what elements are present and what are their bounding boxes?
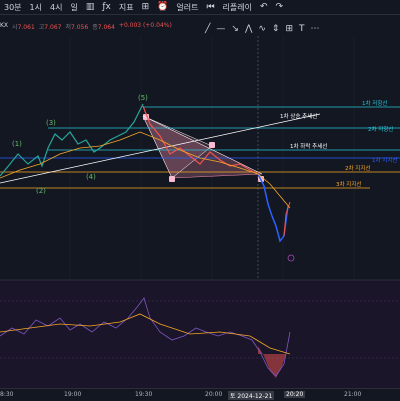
- chart-type-icon[interactable]: ▥: [82, 2, 99, 12]
- time-label: 20:00: [205, 391, 223, 398]
- price-chart[interactable]: 1차 저항선 1차 상승 추세선 2차 저항선 1차 하락 추세선 1차 지지선…: [0, 36, 400, 388]
- wave-label: (5): [138, 94, 148, 102]
- line-label: 1차 하락 추세선: [290, 142, 327, 150]
- alert-marker-icon[interactable]: [287, 254, 295, 262]
- time-label: 8:30: [0, 391, 14, 398]
- time-label: 19:30: [135, 391, 153, 398]
- measure-tool-icon[interactable]: ⊞: [285, 24, 293, 34]
- replay-button[interactable]: 리플레이: [219, 2, 256, 13]
- trendline-tool-icon[interactable]: ╱: [205, 24, 210, 34]
- alerts-button[interactable]: 얼러트: [172, 2, 202, 13]
- line-label: 3차 지지선: [336, 180, 362, 188]
- line-label: 1차 상승 추세선: [280, 112, 317, 120]
- text-tool-icon[interactable]: T: [299, 24, 305, 34]
- undo-icon[interactable]: ↶: [256, 2, 272, 12]
- line-label: 1차 저항선: [362, 99, 388, 107]
- pattern-handle[interactable]: [169, 176, 175, 182]
- more-tools-icon[interactable]: ⋯: [311, 24, 320, 34]
- range-tool-icon[interactable]: ⇕: [272, 24, 280, 34]
- hline-tool-icon[interactable]: —: [216, 24, 225, 34]
- cursor-time-label: 20:20: [284, 391, 306, 398]
- symbol-label[interactable]: KX: [0, 22, 8, 32]
- cursor-date-label: 토 2024-12-21: [228, 391, 275, 400]
- line-label: 1차 지지선: [372, 156, 398, 164]
- pattern-tool-icon[interactable]: ⋀: [245, 24, 252, 34]
- replay-icon[interactable]: ⏮: [202, 2, 218, 12]
- arrow-tool-icon[interactable]: ↘: [231, 24, 239, 34]
- close-value: 7.064: [97, 24, 115, 31]
- wave-label: (3): [46, 119, 56, 127]
- interval-1h[interactable]: 1시: [26, 2, 46, 13]
- time-label: 19:00: [64, 391, 82, 398]
- line-label: 2차 저항선: [368, 125, 394, 133]
- interval-30m[interactable]: 30분: [0, 2, 26, 13]
- wave-label: (4): [86, 173, 96, 181]
- change-value: +0.003 (+0.04%): [118, 22, 172, 29]
- wave-label: (2): [36, 187, 46, 195]
- indicators-button[interactable]: 지표: [115, 2, 138, 13]
- oscillator-pane[interactable]: [0, 280, 400, 388]
- pattern-handle[interactable]: [209, 142, 215, 148]
- high-value: 7.067: [44, 24, 62, 31]
- wave-tool-icon[interactable]: ∿: [258, 24, 266, 34]
- moving-average: [0, 131, 291, 209]
- indicators-icon[interactable]: ƒx: [98, 2, 115, 12]
- open-value: 7.061: [17, 24, 35, 31]
- time-axis[interactable]: 8:30 19:00 19:30 20:00 토 2024-12-21 20:2…: [0, 388, 400, 401]
- ohlc-legend: KX 시7.061 고7.067 저7.056 종7.064 +0.003 (+…: [0, 22, 172, 32]
- interval-menu[interactable]: 일: [66, 2, 81, 13]
- templates-icon[interactable]: ⊞: [138, 2, 154, 12]
- alert-icon[interactable]: ⏰: [153, 2, 172, 12]
- redo-icon[interactable]: ↷: [272, 2, 288, 12]
- line-label: 2차 지지선: [345, 164, 371, 172]
- drawing-toolbar: ╱ — ↘ ⋀ ∿ ⇕ ⊞ T ⋯: [205, 24, 320, 34]
- price-line-drop: [257, 173, 289, 243]
- time-label: 21:00: [344, 391, 362, 398]
- low-value: 7.056: [71, 24, 89, 31]
- interval-4h[interactable]: 4시: [46, 2, 66, 13]
- top-toolbar: 30분 1시 4시 일 ▥ ƒx 지표 ⊞ ⏰ 얼러트 ⏮ 리플레이 ↶ ↷: [0, 0, 400, 15]
- wave-label: (1): [12, 140, 22, 148]
